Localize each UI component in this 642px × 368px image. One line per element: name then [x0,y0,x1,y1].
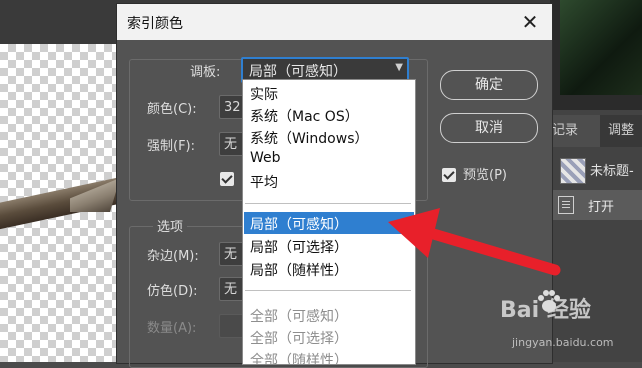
preview-checkbox[interactable] [442,168,456,182]
tab-history[interactable]: 记录 [550,115,600,147]
palette-label: 调板: [190,65,221,80]
history-open-label: 打开 [588,200,615,215]
dialog-titlebar[interactable]: 索引颜色 ✕ [117,4,552,40]
cancel-button[interactable]: 取消 [440,113,538,143]
chevron-down-icon: ▼ [395,62,403,73]
dropdown-item[interactable]: Web [250,150,281,166]
navigator-thumbnail [560,0,642,95]
index-color-dialog: 索引颜色 ✕ 选项 调板: 颜色(C): 32 强制(F): 无 杂边(M): … [116,3,553,368]
options-group-title: 选项 [153,216,188,235]
watermark-url: jingyan.baidu.com [512,336,614,349]
transparency-checkbox[interactable] [220,172,234,186]
dropdown-item[interactable]: 平均 [250,172,278,192]
colors-label: 颜色(C): [147,102,197,117]
panel-tabbar: 记录 调整 [550,115,642,147]
palette-dropdown-list: 实际 系统（Mac OS） 系统（Windows） Web 平均 局部（可感知）… [242,79,416,365]
dropdown-item[interactable]: 实际 [250,84,278,104]
dropdown-item[interactable]: 系统（Mac OS） [250,106,359,126]
dropdown-separator [245,290,411,291]
forced-label: 强制(F): [147,139,196,154]
preview-label: 预览(P) [463,168,507,183]
tab-adjustments[interactable]: 调整 [608,115,642,147]
dropdown-item-selected[interactable]: 局部（可感知） [250,214,348,234]
document-icon [558,196,574,214]
dropdown-item-disabled: 全部（可感知） [250,309,348,325]
dropdown-item-disabled: 全部（随样性） [250,353,348,365]
palette-combobox-value: 局部（可感知） [249,64,347,80]
dither-label: 仿色(D): [147,284,198,299]
dropdown-item[interactable]: 局部（可选择） [250,237,348,257]
snapshot-thumbnail [560,158,586,184]
dropdown-item-disabled: 全部（可选择） [250,331,348,347]
dropdown-item[interactable]: 系统（Windows） [250,128,369,148]
amount-label: 数量(A): [147,321,197,336]
history-panel [550,110,642,362]
dropdown-separator [245,203,411,204]
watermark-brand: Bai 经验 [500,298,591,323]
close-icon[interactable]: ✕ [516,8,544,36]
matte-label: 杂边(M): [147,249,199,264]
history-row-snapshot[interactable]: 未标题- [550,150,642,188]
history-snapshot-label: 未标题- [590,164,634,179]
dropdown-item[interactable]: 局部（随样性） [250,260,348,280]
ok-button[interactable]: 确定 [440,70,538,100]
dialog-title: 索引颜色 [127,16,183,32]
history-row-open[interactable]: 打开 [550,190,642,220]
